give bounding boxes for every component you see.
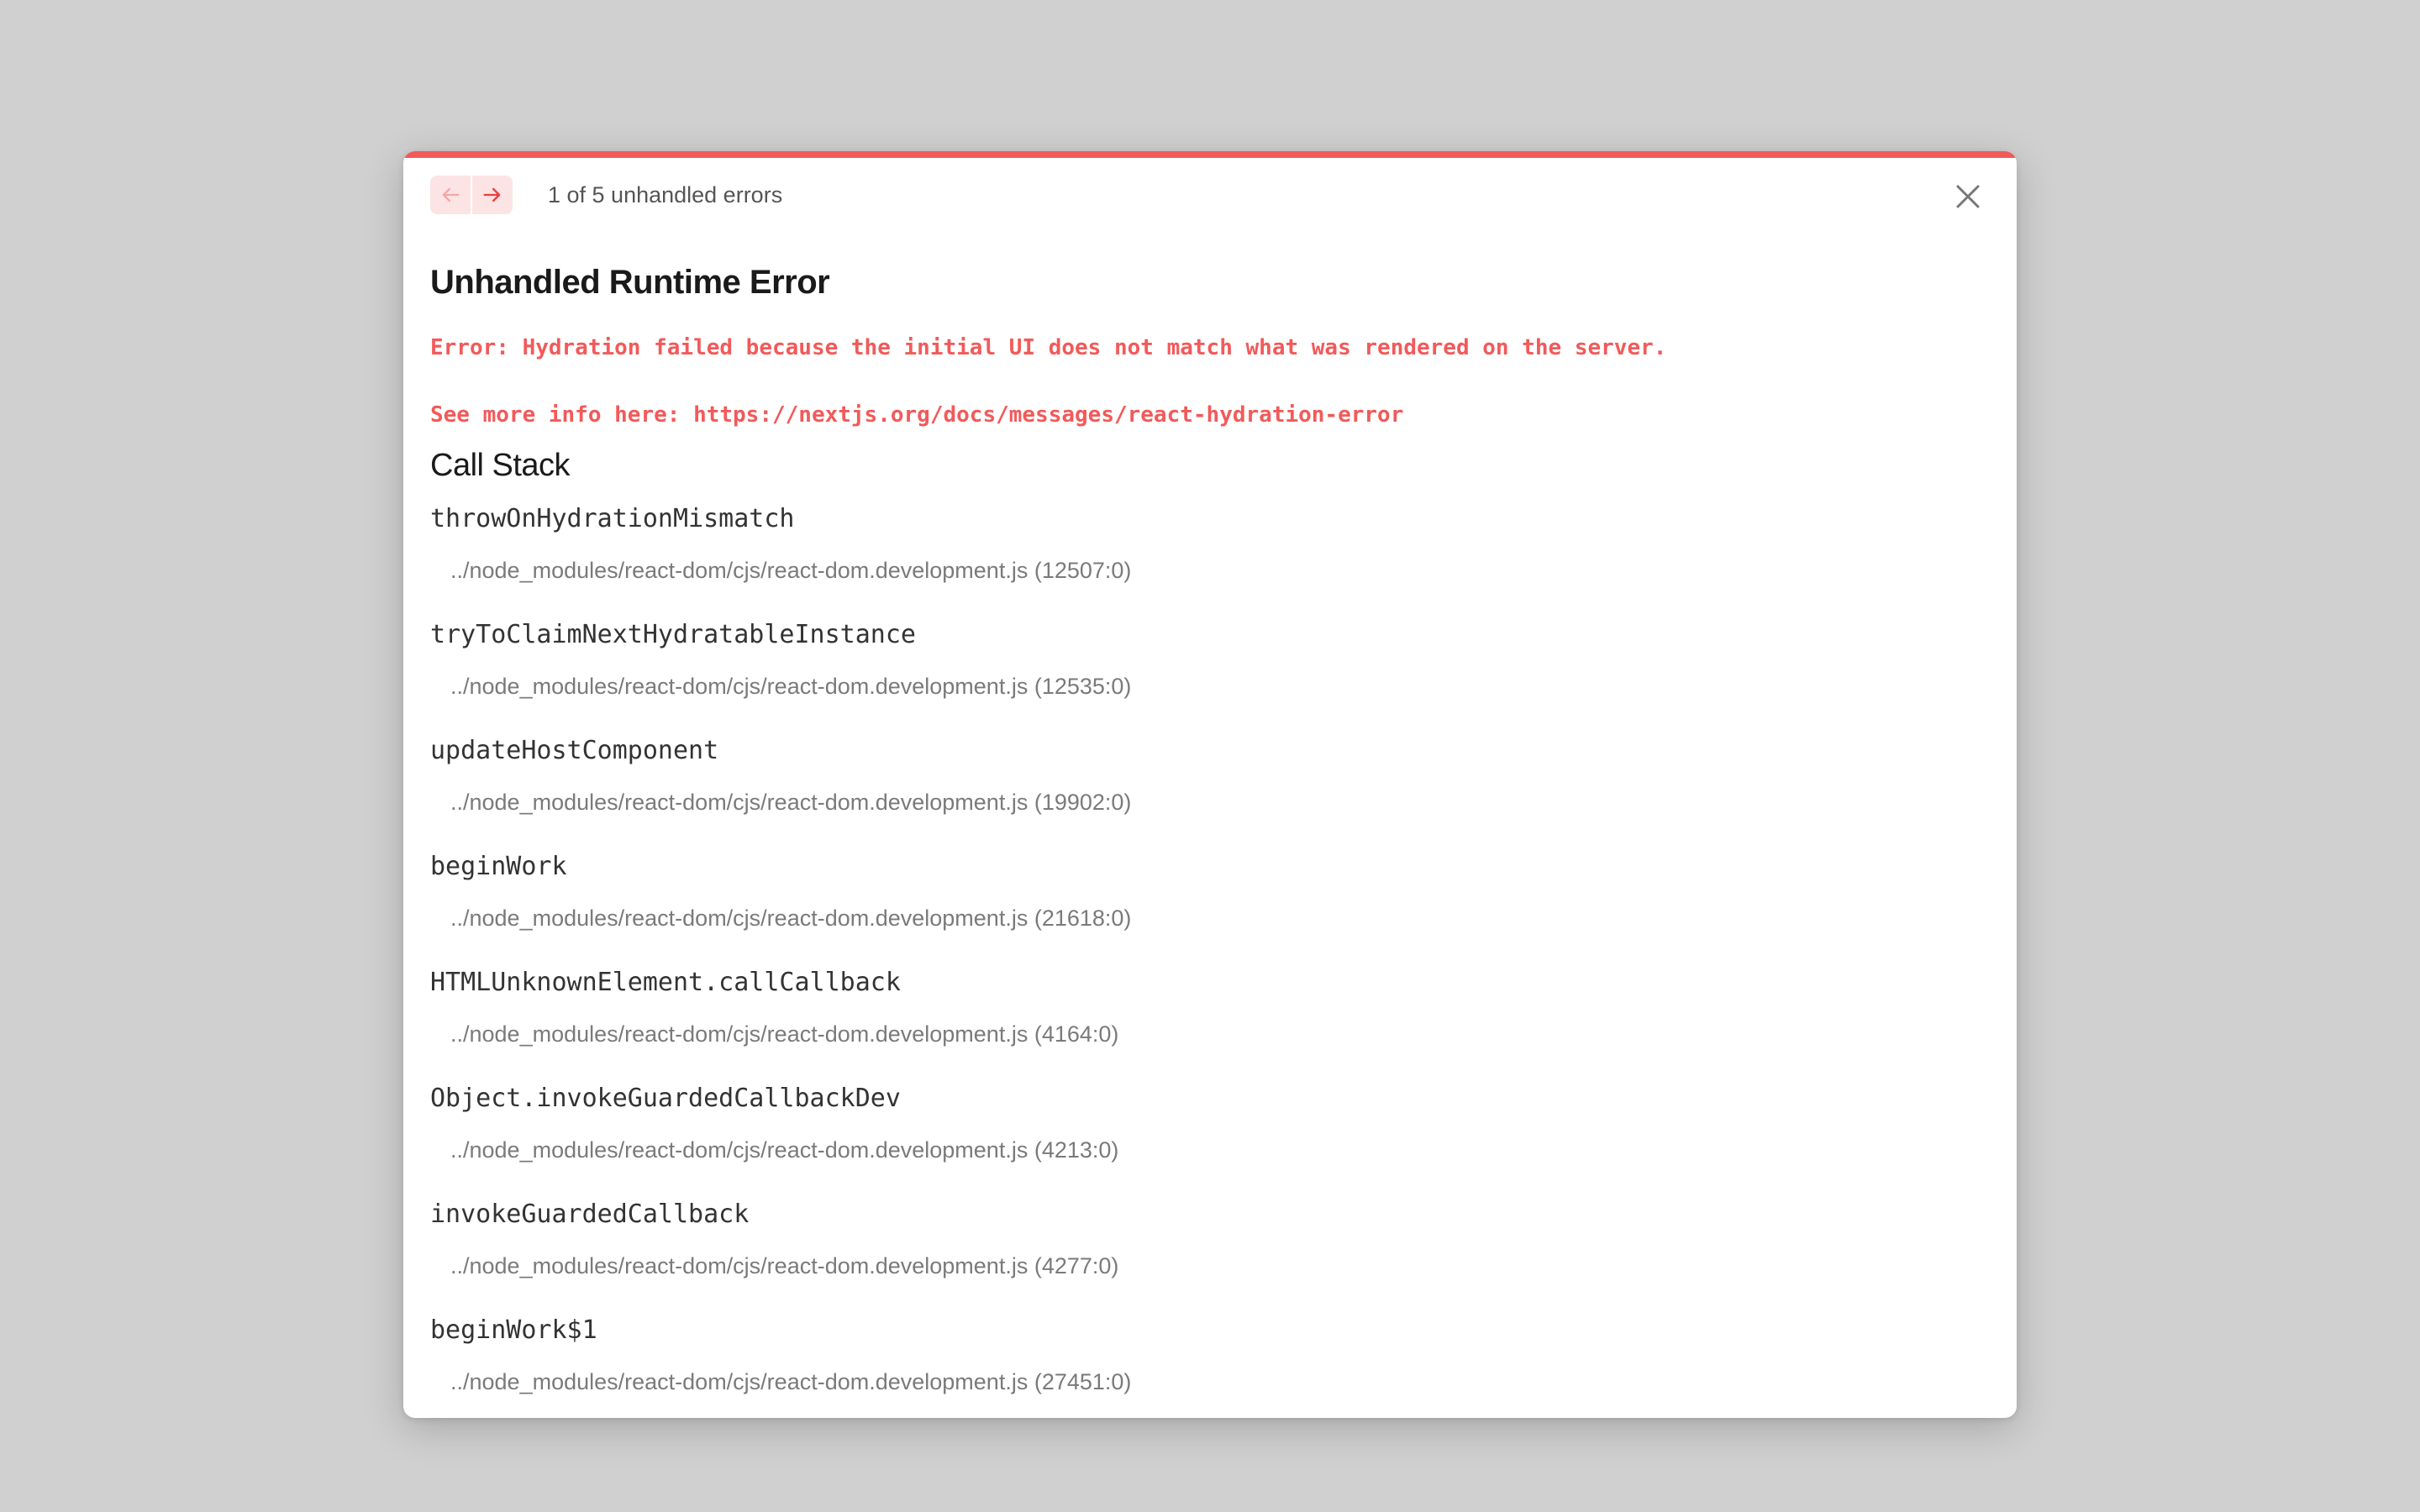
stack-frame: tryToClaimNextHydratableInstance ../node…: [430, 620, 1990, 736]
error-message: Error: Hydration failed because the init…: [430, 335, 1667, 360]
error-overlay-dialog: 1 of 5 unhandled errors Unhandled Runtim…: [403, 151, 2017, 1418]
stack-frame-function[interactable]: invokeGuardedCallback: [430, 1200, 749, 1229]
stack-frame-function[interactable]: tryToClaimNextHydratableInstance: [430, 620, 916, 649]
stack-frame-function[interactable]: updateHostComponent: [430, 736, 718, 765]
error-message-block: Error: Hydration failed because the init…: [430, 314, 1666, 449]
stack-frame: throwOnHydrationMismatch ../node_modules…: [430, 504, 1990, 620]
error-accent-bar: [403, 151, 2017, 158]
stack-frame: beginWork$1 ../node_modules/react-dom/cj…: [430, 1315, 1990, 1418]
stack-frame-location[interactable]: ../node_modules/react-dom/cjs/react-dom.…: [450, 790, 1131, 816]
next-error-button[interactable]: [471, 176, 513, 214]
stack-frame-function[interactable]: Object.invokeGuardedCallbackDev: [430, 1084, 901, 1113]
stack-frame-location[interactable]: ../node_modules/react-dom/cjs/react-dom.…: [450, 1137, 1118, 1163]
dialog-content: 1 of 5 unhandled errors Unhandled Runtim…: [430, 158, 1990, 1418]
close-icon: [1956, 185, 1980, 208]
error-pager: [430, 176, 513, 214]
error-title: Unhandled Runtime Error: [430, 264, 830, 301]
stack-frame: updateHostComponent ../node_modules/reac…: [430, 736, 1990, 852]
error-info-link: See more info here: https://nextjs.org/d…: [430, 402, 1404, 428]
close-button[interactable]: [1949, 178, 1986, 215]
stack-frame: beginWork ../node_modules/react-dom/cjs/…: [430, 852, 1990, 968]
stack-frame: HTMLUnknownElement.callCallback ../node_…: [430, 968, 1990, 1084]
stack-frame-location[interactable]: ../node_modules/react-dom/cjs/react-dom.…: [450, 906, 1131, 932]
stack-frame: invokeGuardedCallback ../node_modules/re…: [430, 1200, 1990, 1315]
arrow-right-icon: [483, 187, 501, 202]
error-counter-label: 1 of 5 unhandled errors: [548, 181, 783, 207]
error-navigation: 1 of 5 unhandled errors: [430, 171, 782, 218]
stack-frame: Object.invokeGuardedCallbackDev ../node_…: [430, 1084, 1990, 1200]
stack-frame-function[interactable]: HTMLUnknownElement.callCallback: [430, 968, 901, 997]
stack-frame-location[interactable]: ../node_modules/react-dom/cjs/react-dom.…: [450, 558, 1131, 584]
call-stack-heading: Call Stack: [430, 448, 571, 483]
stack-frame-function[interactable]: beginWork$1: [430, 1315, 597, 1345]
stack-frame-function[interactable]: beginWork: [430, 852, 567, 881]
stack-frame-location[interactable]: ../node_modules/react-dom/cjs/react-dom.…: [450, 1369, 1131, 1395]
stack-frame-function[interactable]: throwOnHydrationMismatch: [430, 504, 794, 533]
previous-error-button[interactable]: [430, 176, 471, 214]
call-stack-list: throwOnHydrationMismatch ../node_modules…: [430, 504, 1990, 1418]
stack-frame-location[interactable]: ../node_modules/react-dom/cjs/react-dom.…: [450, 674, 1131, 700]
arrow-left-icon: [442, 187, 460, 202]
stack-frame-location[interactable]: ../node_modules/react-dom/cjs/react-dom.…: [450, 1253, 1118, 1279]
stack-frame-location[interactable]: ../node_modules/react-dom/cjs/react-dom.…: [450, 1021, 1118, 1047]
